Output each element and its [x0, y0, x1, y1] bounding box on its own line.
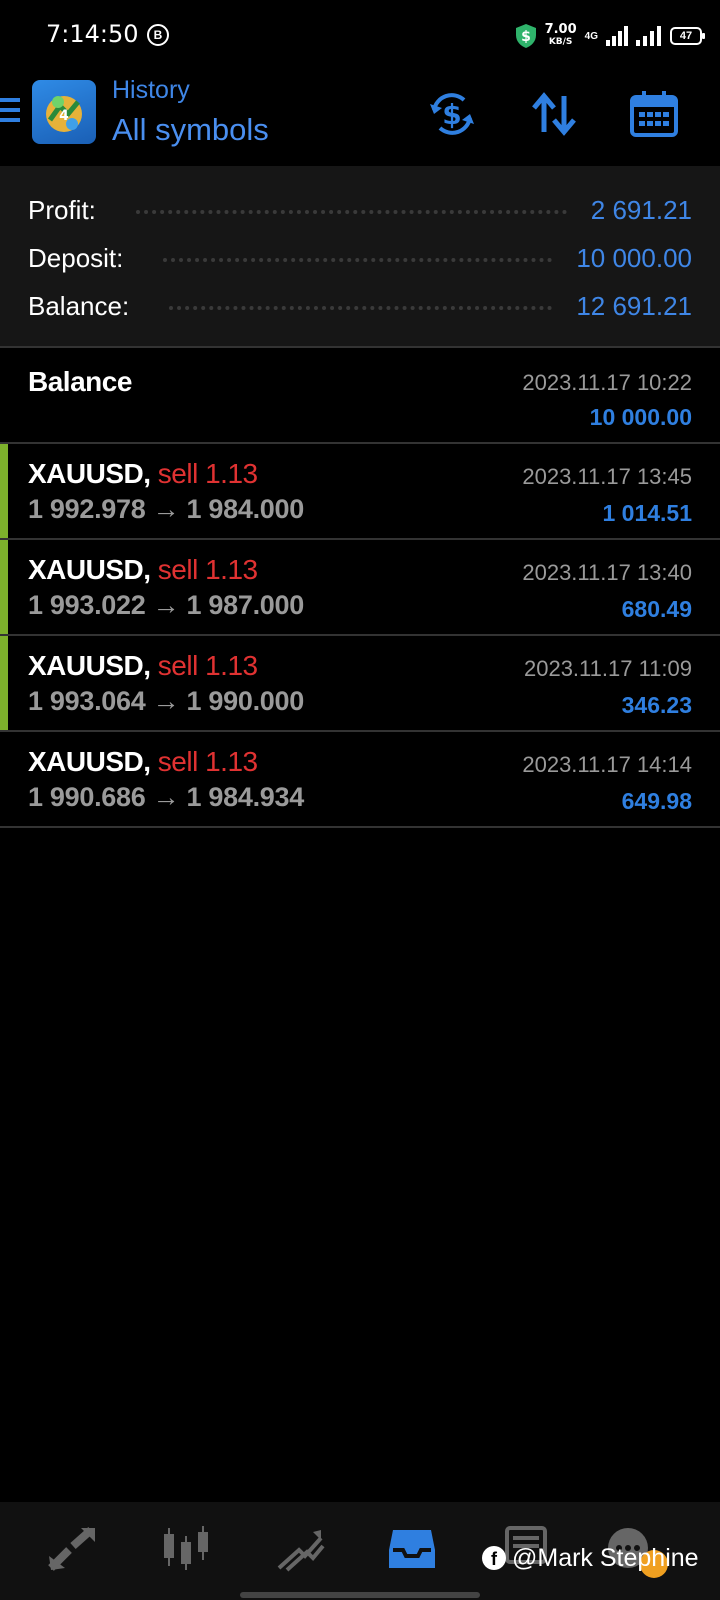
symbol-filter[interactable]: All symbols — [112, 112, 269, 148]
summary-label: Deposit: — [28, 242, 124, 273]
trade-icon — [277, 1530, 325, 1572]
calendar-icon — [630, 91, 678, 137]
speed-value: 7.00 — [544, 22, 577, 37]
dotted-leader — [169, 306, 553, 310]
summary-label: Profit: — [28, 194, 96, 225]
trade-side: sell 1.13 — [157, 458, 258, 489]
battery-icon: 47 — [670, 27, 705, 45]
trade-symbol-line: XAUUSD, sell 1.13 — [28, 746, 258, 778]
history-list: Balance 2023.11.17 10:22 10 000.00 XAUUS… — [0, 350, 720, 828]
chart-icon — [164, 1526, 208, 1570]
trade-time: 2023.11.17 14:14 — [522, 752, 692, 777]
profit-accent-bar — [0, 444, 8, 538]
network-type: 4G — [584, 30, 598, 42]
home-indicator[interactable] — [240, 1592, 480, 1598]
account-summary: Profit: 2 691.21 Deposit: 10 000.00 Bala… — [0, 166, 720, 348]
menu-icon[interactable] — [0, 98, 20, 126]
metatrader-logo: 4 — [32, 80, 96, 144]
trade-profit: 680.49 — [621, 596, 692, 622]
trade-side: sell 1.13 — [157, 746, 258, 777]
summary-label: Balance: — [28, 290, 130, 321]
trade-row[interactable]: XAUUSD, sell 1.13 1 992.978 → 1 984.000 … — [0, 444, 720, 540]
svg-text:4: 4 — [59, 108, 69, 124]
profit-accent-bar — [0, 540, 8, 634]
currency-exchange-icon: $ — [430, 93, 474, 135]
deposit-value: 10 000.00 — [576, 242, 692, 273]
watermark-text: @Mark Stephine — [512, 1543, 699, 1572]
svg-text:$: $ — [442, 98, 461, 131]
dotted-leader — [135, 210, 567, 214]
balance-value: 12 691.21 — [576, 290, 692, 321]
trade-side: sell 1.13 — [157, 554, 258, 585]
nav-chart[interactable] — [158, 1524, 214, 1574]
entry-amount: 10 000.00 — [589, 404, 692, 430]
trade-symbol: XAUUSD, — [28, 554, 151, 585]
speed-unit: KB/S — [548, 37, 573, 47]
trade-time: 2023.11.17 13:45 — [522, 464, 692, 489]
currency-exchange-button[interactable]: $ — [424, 86, 480, 142]
signal-icon-2 — [636, 26, 661, 46]
status-time: 7:14:50 — [46, 20, 139, 48]
summary-row-profit: Profit: 2 691.21 — [28, 190, 692, 230]
nav-history[interactable] — [384, 1524, 440, 1574]
quotes-icon — [48, 1527, 95, 1571]
page-title: History — [112, 76, 190, 104]
trade-row[interactable]: XAUUSD, sell 1.13 1 990.686 → 1 984.934 … — [0, 732, 720, 828]
dotted-leader — [163, 258, 553, 262]
watermark: f @Mark Stephine — [482, 1540, 699, 1576]
sort-icon — [532, 92, 576, 136]
profit-value: 2 691.21 — [590, 194, 692, 225]
nav-quotes[interactable] — [44, 1524, 100, 1574]
network-speed: 7.00 KB/S — [544, 22, 577, 48]
trade-symbol: XAUUSD, — [28, 746, 151, 777]
summary-row-deposit: Deposit: 10 000.00 — [28, 238, 692, 278]
trade-time: 2023.11.17 11:09 — [523, 656, 692, 681]
trade-time: 2023.11.17 13:40 — [522, 560, 692, 585]
entry-label: Balance — [28, 366, 132, 397]
trade-symbol-line: XAUUSD, sell 1.13 — [28, 650, 258, 682]
signal-icon — [606, 26, 628, 46]
nav-trade[interactable] — [272, 1524, 328, 1574]
facebook-icon: f — [482, 1546, 506, 1570]
calendar-button[interactable] — [626, 86, 682, 142]
balance-entry[interactable]: Balance 2023.11.17 10:22 10 000.00 — [0, 350, 720, 444]
trade-prices: 1 993.022 → 1 987.000 — [28, 590, 304, 620]
b-badge-icon: B — [147, 24, 169, 46]
trade-symbol: XAUUSD, — [28, 650, 151, 681]
trade-row[interactable]: XAUUSD, sell 1.13 1 993.064 → 1 990.000 … — [0, 636, 720, 732]
trade-prices: 1 992.978 → 1 984.000 — [28, 494, 304, 524]
status-indicators: $ 7.00 KB/S 4G 47 — [515, 22, 705, 50]
trade-side: sell 1.13 — [157, 650, 258, 681]
status-bar: 7:14:50 B $ 7.00 KB/S 4G 47 — [0, 0, 720, 70]
trade-profit: 1 014.51 — [602, 500, 692, 526]
entry-time: 2023.11.17 10:22 — [522, 370, 692, 395]
trade-prices: 1 993.064 → 1 990.000 — [28, 686, 304, 716]
trade-symbol-line: XAUUSD, sell 1.13 — [28, 458, 258, 490]
shield-dollar-icon: $ — [515, 24, 536, 48]
history-icon — [389, 1530, 435, 1568]
profit-accent-bar — [0, 636, 8, 730]
trade-row[interactable]: XAUUSD, sell 1.13 1 993.022 → 1 987.000 … — [0, 540, 720, 636]
summary-row-balance: Balance: 12 691.21 — [28, 286, 692, 326]
sort-button[interactable] — [526, 86, 582, 142]
trade-symbol-line: XAUUSD, sell 1.13 — [28, 554, 258, 586]
trade-symbol: XAUUSD, — [28, 458, 151, 489]
trade-prices: 1 990.686 → 1 984.934 — [28, 782, 304, 812]
trade-profit: 649.98 — [621, 788, 692, 814]
trade-profit: 346.23 — [621, 692, 692, 718]
svg-text:$: $ — [521, 29, 531, 45]
app-header: 4 History All symbols $ — [0, 70, 720, 166]
